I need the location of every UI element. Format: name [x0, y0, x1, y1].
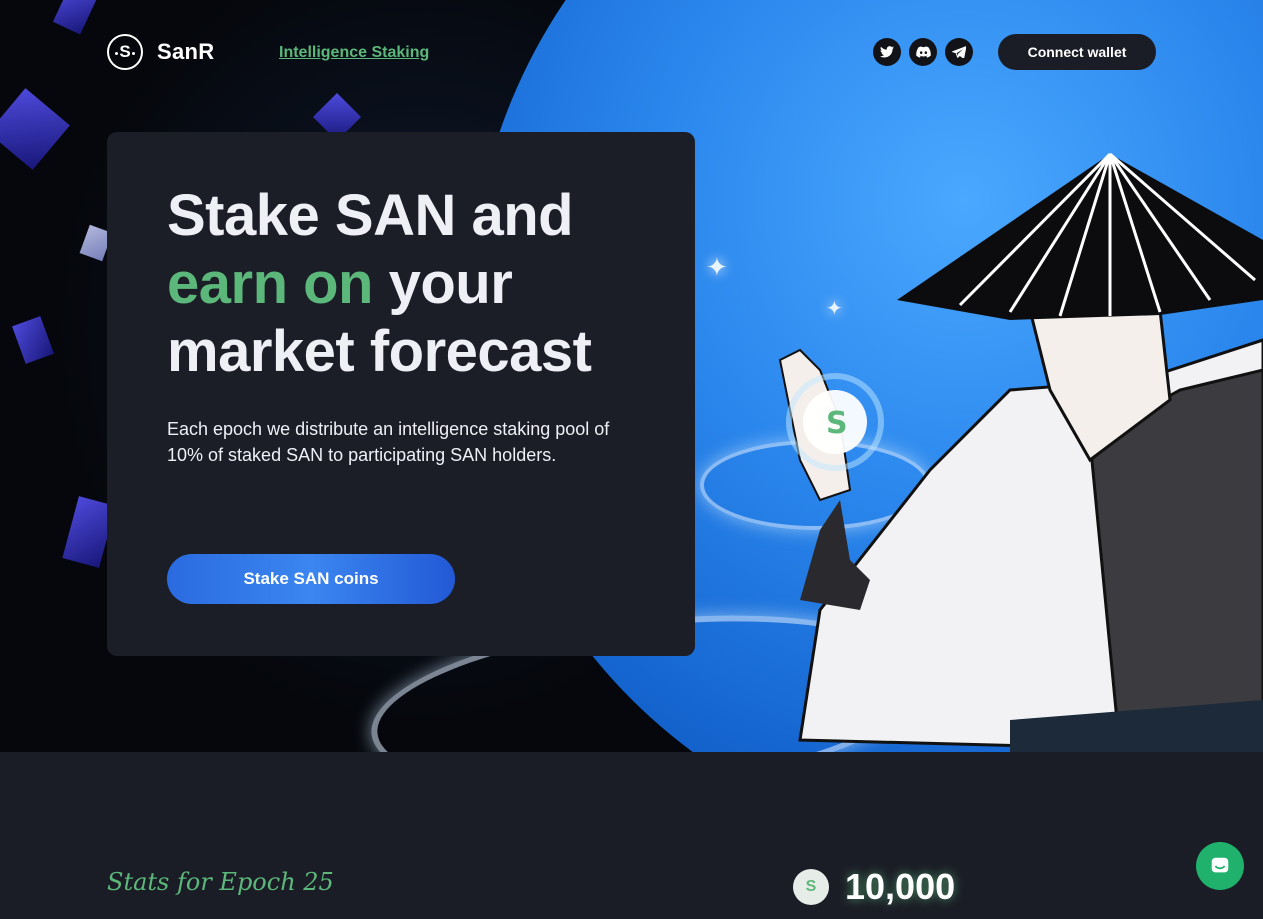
headline-line-3: market forecast	[167, 319, 592, 384]
stat-block: S 10,000	[793, 866, 955, 908]
social-links	[873, 38, 973, 66]
hero-description: Each epoch we distribute an intelligence…	[167, 419, 610, 465]
sanr-logo-icon: S	[107, 34, 143, 70]
stat-value: 10,000	[845, 866, 956, 907]
chat-icon	[1211, 857, 1229, 873]
nav-intelligence-staking[interactable]: Intelligence Staking	[279, 44, 429, 62]
site-header: S SanR Intelligence Staking Connect wall…	[0, 0, 1263, 104]
stake-san-button[interactable]: Stake SAN coins	[167, 554, 455, 604]
san-coin-icon: S	[793, 869, 829, 905]
hero-headline: Stake SAN and earn on your market foreca…	[167, 182, 667, 386]
monk-illustration: S	[778, 152, 1263, 752]
chat-widget-button[interactable]	[1196, 842, 1244, 890]
hero-card: Stake SAN and earn on your market foreca…	[107, 132, 695, 656]
headline-highlight: earn on	[167, 251, 374, 316]
sparkle-icon: ✦	[706, 252, 728, 282]
brand-logo[interactable]: S SanR	[107, 34, 214, 70]
crystal-shard	[12, 316, 54, 364]
headline-line-2-rest: your	[373, 251, 513, 316]
connect-wallet-button[interactable]: Connect wallet	[998, 34, 1156, 70]
brand-name: SanR	[157, 39, 215, 64]
svg-text:S: S	[826, 406, 848, 441]
headline-line-1: Stake SAN and	[167, 183, 574, 248]
discord-icon[interactable]	[909, 38, 937, 66]
headline-line-2: earn on your	[167, 250, 667, 318]
epoch-stats-title: Stats for Epoch 25	[107, 868, 334, 896]
telegram-icon[interactable]	[945, 38, 973, 66]
twitter-icon[interactable]	[873, 38, 901, 66]
